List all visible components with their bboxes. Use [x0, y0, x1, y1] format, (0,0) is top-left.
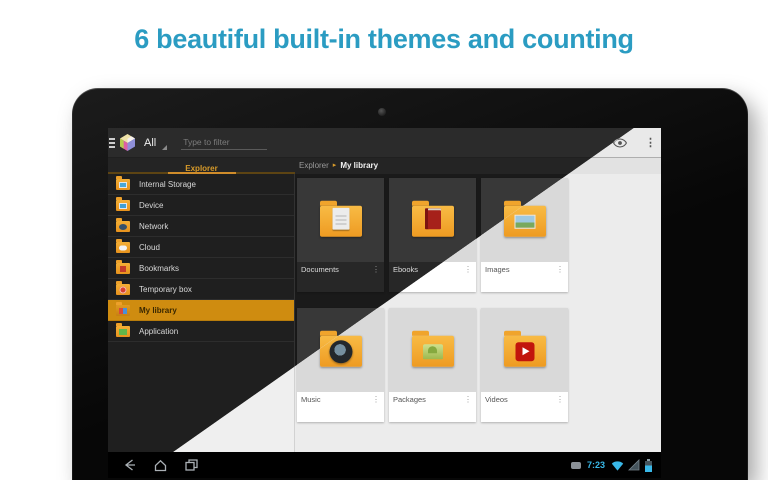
- network-folder-icon: [116, 221, 130, 232]
- tile-menu-icon[interactable]: ⋮: [556, 265, 564, 292]
- breadcrumb-current: My library: [340, 161, 378, 170]
- tile-packages[interactable]: Packages⋮: [389, 308, 476, 422]
- bookmarks-folder-icon: [116, 263, 130, 274]
- storage-selector[interactable]: All: [144, 137, 156, 149]
- application-folder-icon: [116, 326, 130, 337]
- sidebar-item-network[interactable]: Network: [108, 216, 294, 237]
- page: 6 beautiful built-in themes and counting…: [0, 0, 768, 480]
- internal-storage-folder-icon: [116, 179, 130, 190]
- menu-icon[interactable]: [109, 138, 115, 148]
- status-clock: 7:23: [587, 460, 605, 470]
- signal-icon: [628, 459, 640, 471]
- notification-icon[interactable]: [571, 462, 581, 469]
- tablet-screen: All Type to filter ⋮ Explorer Explorer ▸…: [108, 128, 661, 478]
- tile-documents[interactable]: Documents⋮: [297, 178, 384, 292]
- videos-folder-icon: [504, 336, 546, 367]
- tile-menu-icon[interactable]: ⋮: [556, 395, 564, 422]
- sidebar-item-cloud[interactable]: Cloud: [108, 237, 294, 258]
- battery-icon: [644, 459, 653, 472]
- sidebar-item-application[interactable]: Application: [108, 321, 294, 342]
- ebooks-folder-icon: [412, 206, 454, 237]
- documents-folder-icon: [320, 206, 362, 237]
- my-library-folder-icon: [116, 305, 130, 316]
- device-folder-icon: [116, 200, 130, 211]
- tile-menu-icon[interactable]: ⋮: [372, 395, 380, 422]
- tile-menu-icon[interactable]: ⋮: [372, 265, 380, 292]
- sidebar-item-device[interactable]: Device: [108, 195, 294, 216]
- breadcrumb-root[interactable]: Explorer: [299, 161, 329, 170]
- wifi-icon: [611, 460, 624, 471]
- recents-button[interactable]: [184, 458, 199, 472]
- system-navigation-bar: 7:23: [108, 452, 661, 478]
- cloud-folder-icon: [116, 242, 130, 253]
- app-logo-icon[interactable]: [118, 133, 137, 152]
- tile-menu-icon[interactable]: ⋮: [464, 265, 472, 292]
- sidebar-item-bookmarks[interactable]: Bookmarks: [108, 258, 294, 279]
- action-bar: All Type to filter ⋮: [108, 128, 661, 158]
- back-button[interactable]: [122, 458, 137, 472]
- tablet-frame: All Type to filter ⋮ Explorer Explorer ▸…: [72, 88, 748, 480]
- home-button[interactable]: [153, 458, 168, 472]
- sidebar-item-internal-storage[interactable]: Internal Storage: [108, 174, 294, 195]
- headline: 6 beautiful built-in themes and counting: [0, 24, 768, 55]
- tile-videos[interactable]: Videos⋮: [481, 308, 568, 422]
- tab-explorer[interactable]: Explorer: [108, 158, 295, 174]
- camera-dot: [378, 108, 386, 116]
- filter-input[interactable]: Type to filter: [181, 136, 267, 150]
- breadcrumb-arrow-icon: ▸: [333, 161, 337, 169]
- tile-menu-icon[interactable]: ⋮: [464, 395, 472, 422]
- tab-label: Explorer: [185, 162, 217, 176]
- overflow-menu-icon[interactable]: ⋮: [645, 138, 656, 148]
- sidebar-item-temporary-box[interactable]: Temporary box: [108, 279, 294, 300]
- packages-folder-icon: [412, 336, 454, 367]
- sidebar-item-my-library[interactable]: My library: [108, 300, 294, 321]
- temporary-box-folder-icon: [116, 284, 130, 295]
- spinner-caret-icon: [162, 145, 167, 150]
